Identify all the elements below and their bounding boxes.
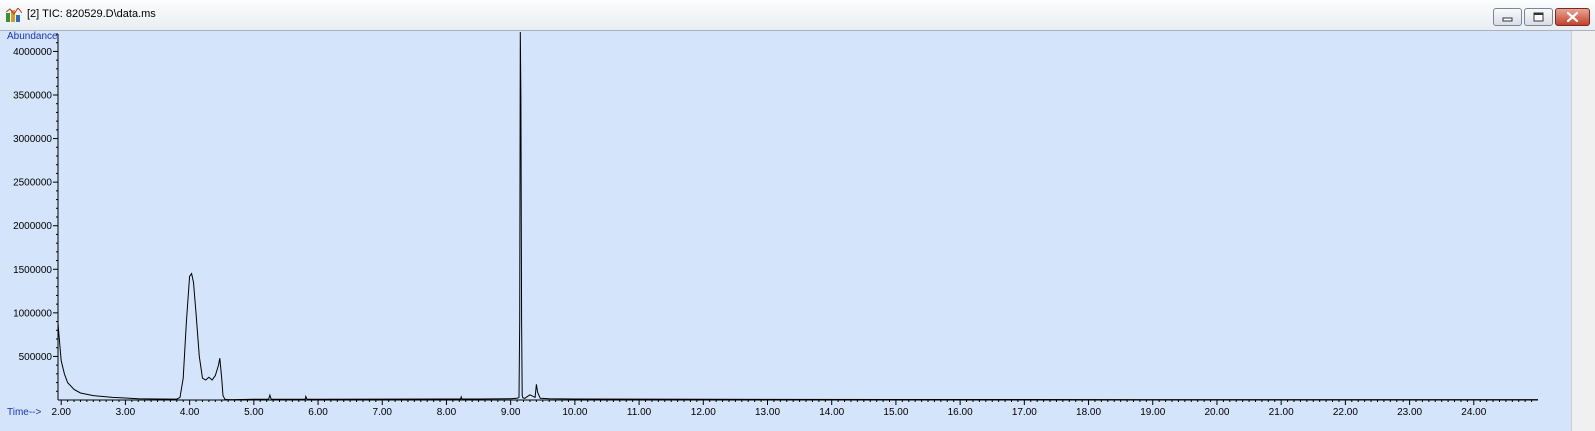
x-tick-label: 20.00 [1204, 407, 1229, 418]
y-tick-label: 2500000 [13, 178, 52, 189]
y-tick-label: 4000000 [13, 47, 52, 58]
y-tick-label: 3500000 [13, 91, 52, 102]
y-tick-label: 1500000 [13, 265, 52, 276]
y-axis-title: Abundance [7, 31, 58, 42]
x-tick-label: 9.00 [501, 407, 521, 418]
x-tick-label: 23.00 [1397, 407, 1422, 418]
y-tick-label: 2000000 [13, 221, 52, 232]
x-tick-label: 16.00 [948, 407, 973, 418]
tic-chromatogram[interactable]: 500000 1000000 1500000 2000000 2500000 300000… [0, 31, 1571, 431]
chromatogram-app-icon [6, 8, 22, 22]
x-tick-label: 3.00 [116, 407, 136, 418]
close-icon [1566, 11, 1579, 23]
x-tick-label: 15.00 [883, 407, 908, 418]
chart-area: 500000 1000000 1500000 2000000 2500000 300000… [0, 31, 1595, 431]
x-tick-label: 21.00 [1269, 407, 1294, 418]
x-tick-label: 10.00 [562, 407, 587, 418]
x-tick-label: 6.00 [308, 407, 328, 418]
close-button[interactable] [1555, 8, 1590, 26]
restore-icon [1533, 12, 1544, 22]
restore-button[interactable] [1524, 8, 1553, 26]
window-title: [2] TIC: 820529.D\data.ms [27, 8, 156, 20]
y-tick-label: 500000 [19, 352, 53, 363]
chromatogram-window: [2] TIC: 820529.D\data.ms 500000 1000000 1… [0, 0, 1595, 431]
x-tick-label: 18.00 [1076, 407, 1101, 418]
x-axis-title: Time--> [7, 407, 42, 418]
x-tick-label: 14.00 [819, 407, 844, 418]
x-tick-label: 7.00 [373, 407, 393, 418]
x-tick-label: 8.00 [437, 407, 457, 418]
plot-background [0, 31, 1571, 431]
y-tick-label: 3000000 [13, 134, 52, 145]
x-tick-label: 4.00 [180, 407, 200, 418]
minimize-icon [1502, 17, 1513, 22]
x-tick-label: 17.00 [1012, 407, 1037, 418]
y-tick-label: 1000000 [13, 308, 52, 319]
vertical-scrollbar[interactable] [1571, 31, 1595, 431]
x-tick-label: 19.00 [1140, 407, 1165, 418]
x-tick-label: 2.00 [51, 407, 71, 418]
x-tick-label: 13.00 [755, 407, 780, 418]
x-tick-label: 11.00 [627, 407, 652, 418]
title-bar[interactable]: [2] TIC: 820529.D\data.ms [0, 0, 1595, 31]
x-tick-label: 5.00 [244, 407, 264, 418]
x-tick-label: 24.00 [1461, 407, 1486, 418]
x-tick-label: 12.00 [691, 407, 716, 418]
x-tick-label: 22.00 [1333, 407, 1358, 418]
minimize-button[interactable] [1493, 8, 1522, 26]
